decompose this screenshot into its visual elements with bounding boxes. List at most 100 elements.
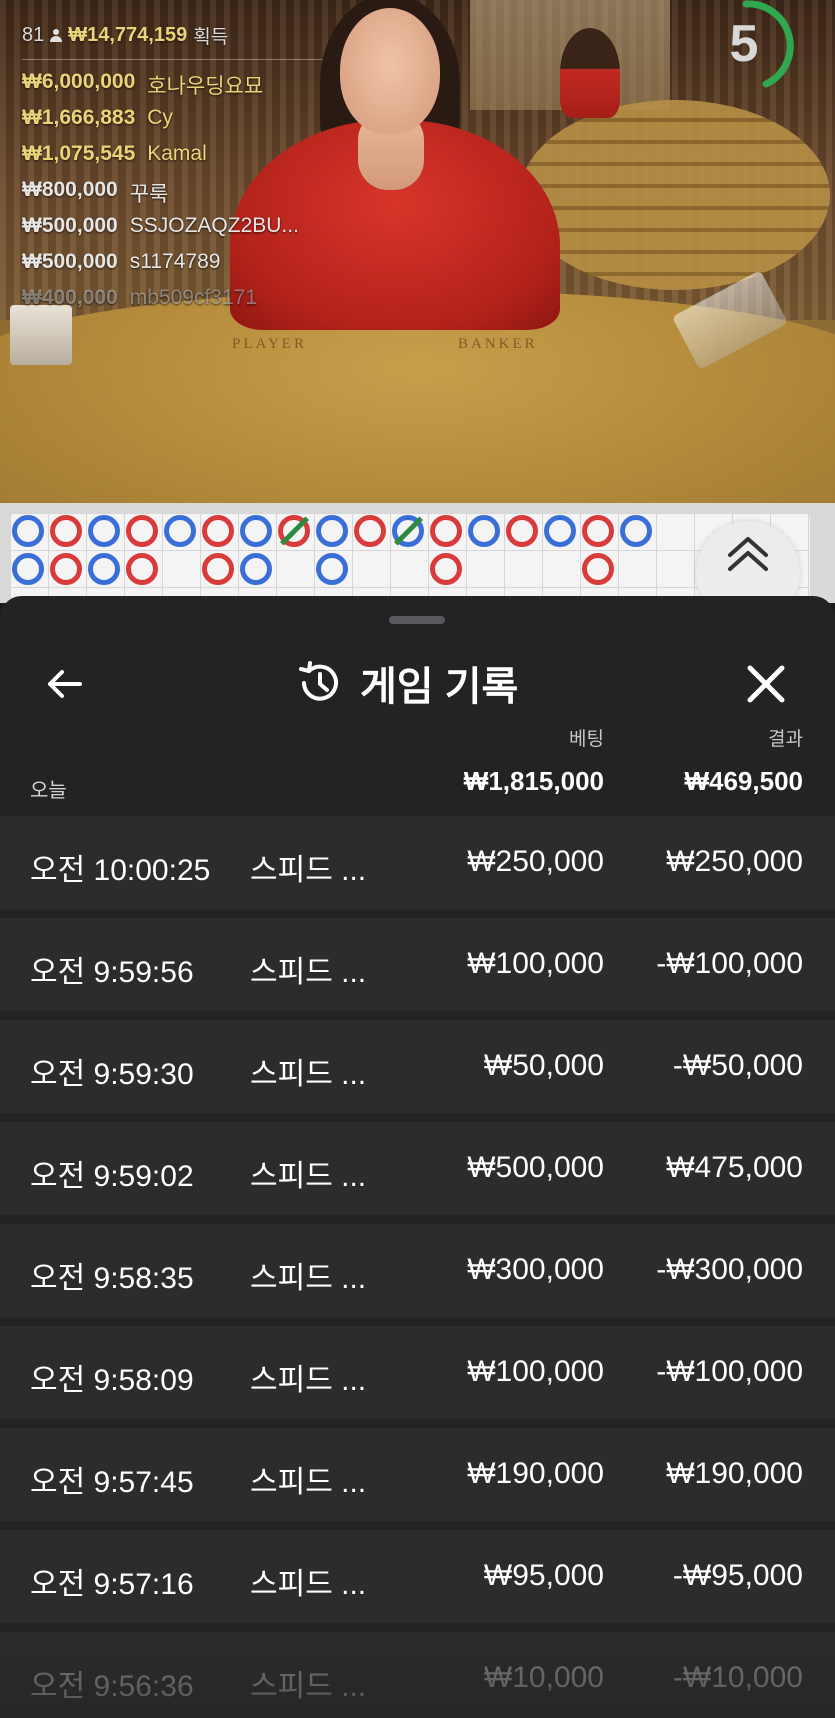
leader-name: 꾸룩 xyxy=(129,183,169,206)
today-result-total: ₩469,500 xyxy=(684,766,803,796)
player-bead xyxy=(164,515,196,547)
banker-bead xyxy=(126,515,158,547)
row-bet: ₩100,000 xyxy=(467,1355,604,1388)
history-row[interactable]: 오전 9:57:45 스피드 ... ₩190,000 ₩190,000 xyxy=(0,1428,835,1521)
leader-amount: ₩500,000 xyxy=(22,250,118,273)
close-icon xyxy=(747,665,785,703)
row-bet: ₩500,000 xyxy=(467,1151,604,1184)
sheet-header: 게임 기록 xyxy=(0,636,835,726)
leader-amount: ₩1,075,545 xyxy=(22,142,136,165)
banker-bead xyxy=(50,515,82,547)
card-deck xyxy=(10,305,72,365)
player-bead xyxy=(12,515,44,547)
history-row[interactable]: 오전 9:57:16 스피드 ... ₩95,000 -₩95,000 xyxy=(0,1530,835,1623)
banker-bead xyxy=(354,515,386,547)
row-game: 스피드 ... xyxy=(250,1364,367,1397)
leaderboard-header: 81 ₩14,774,159 획득 xyxy=(22,22,322,60)
won-label: 획득 xyxy=(193,27,229,48)
banker-bead xyxy=(582,553,614,585)
winners-leaderboard: 81 ₩14,774,159 획득 ₩6,000,000 호나우딩요묘 ₩1,6… xyxy=(22,22,322,312)
player-bead xyxy=(240,515,272,547)
result-column-label: 결과 xyxy=(768,729,803,750)
title-group: 게임 기록 xyxy=(296,654,518,712)
history-row[interactable]: 오전 9:56:36 스피드 ... ₩10,000 -₩10,000 xyxy=(0,1632,835,1718)
row-result: ₩190,000 xyxy=(666,1457,803,1490)
row-game: 스피드 ... xyxy=(250,1262,367,1295)
leader-name: mb509cf3171 xyxy=(129,286,257,309)
row-result: -₩100,000 xyxy=(656,1355,803,1388)
countdown-timer: 5 xyxy=(708,0,804,92)
player-bead xyxy=(316,553,348,585)
row-game: 스피드 ... xyxy=(250,956,367,989)
background-table xyxy=(520,100,830,290)
banker-bead xyxy=(506,515,538,547)
leader-row: ₩800,000 꾸룩 xyxy=(22,178,322,206)
person-icon xyxy=(50,28,63,43)
row-bet: ₩50,000 xyxy=(483,1049,604,1082)
row-bet: ₩100,000 xyxy=(467,947,604,980)
row-time: 오전 9:59:56 xyxy=(30,956,194,989)
row-result: -₩100,000 xyxy=(656,947,803,980)
player-bead xyxy=(468,515,500,547)
leader-name: Cy xyxy=(147,106,173,129)
leader-amount: ₩400,000 xyxy=(22,286,118,309)
row-game: 스피드 ... xyxy=(250,1670,367,1703)
game-history-sheet: 게임 기록 베팅 결과 오늘 ₩1,815,000 ₩469,500 오전 10… xyxy=(0,596,835,1718)
countdown-number: 5 xyxy=(729,15,759,73)
player-bead xyxy=(544,515,576,547)
player-bead xyxy=(240,553,272,585)
today-label: 오늘 xyxy=(30,780,67,802)
row-time: 오전 9:56:36 xyxy=(30,1670,194,1703)
leader-name: 호나우딩요묘 xyxy=(147,75,264,98)
history-row[interactable]: 오전 9:59:02 스피드 ... ₩500,000 ₩475,000 xyxy=(0,1122,835,1215)
live-video: PLAYER BANKER 81 ₩14,774,159 획득 ₩6,000,0… xyxy=(0,0,835,503)
history-row[interactable]: 오전 9:58:09 스피드 ... ₩100,000 -₩100,000 xyxy=(0,1326,835,1419)
summary-header: 베팅 결과 오늘 ₩1,815,000 ₩469,500 xyxy=(0,724,835,802)
leader-row: ₩500,000 SSJOZAQZ2BU... xyxy=(22,214,322,240)
banker-bead xyxy=(582,515,614,547)
close-button[interactable] xyxy=(740,658,792,710)
row-time: 오전 9:58:35 xyxy=(30,1262,194,1295)
leader-row: ₩1,075,545 Kamal xyxy=(22,142,322,168)
leader-amount: ₩500,000 xyxy=(22,214,118,237)
banker-bead xyxy=(50,553,82,585)
history-row[interactable]: 오전 9:59:56 스피드 ... ₩100,000 -₩100,000 xyxy=(0,918,835,1011)
row-game: 스피드 ... xyxy=(250,1466,367,1499)
player-bead xyxy=(316,515,348,547)
row-result: ₩475,000 xyxy=(666,1151,803,1184)
leader-name: s1174789 xyxy=(129,250,221,273)
row-time: 오전 9:57:16 xyxy=(30,1568,194,1601)
row-time: 오전 10:00:25 xyxy=(30,854,211,887)
row-game: 스피드 ... xyxy=(250,854,367,887)
banker-bead xyxy=(430,515,462,547)
drag-handle[interactable] xyxy=(389,616,445,624)
dealer-face xyxy=(340,8,440,134)
banker-bead xyxy=(126,553,158,585)
banker-bead xyxy=(202,553,234,585)
leader-name: SSJOZAQZ2BU... xyxy=(129,214,299,237)
row-bet: ₩95,000 xyxy=(483,1559,604,1592)
player-bead xyxy=(12,553,44,585)
banker-bead xyxy=(202,515,234,547)
history-clock-icon xyxy=(299,661,338,701)
today-bet-total: ₩1,815,000 xyxy=(463,766,604,796)
leader-amount: ₩800,000 xyxy=(22,178,118,201)
banker-bead xyxy=(430,553,462,585)
row-result: ₩250,000 xyxy=(666,845,803,878)
back-button[interactable] xyxy=(40,662,90,706)
player-bead xyxy=(88,553,120,585)
leader-row: ₩500,000 s1174789 xyxy=(22,250,322,276)
history-row[interactable]: 오전 9:58:35 스피드 ... ₩300,000 -₩300,000 xyxy=(0,1224,835,1317)
row-game: 스피드 ... xyxy=(250,1058,367,1091)
row-result: -₩300,000 xyxy=(656,1253,803,1286)
row-result: -₩10,000 xyxy=(672,1661,803,1694)
history-row[interactable]: 오전 9:59:30 스피드 ... ₩50,000 -₩50,000 xyxy=(0,1020,835,1113)
player-bead xyxy=(620,515,652,547)
row-bet: ₩300,000 xyxy=(467,1253,604,1286)
total-won: ₩14,774,159 xyxy=(68,24,188,46)
row-result: -₩95,000 xyxy=(672,1559,803,1592)
history-list: 오전 10:00:25 스피드 ... ₩250,000 ₩250,000 오전… xyxy=(0,816,835,1718)
history-row[interactable]: 오전 10:00:25 스피드 ... ₩250,000 ₩250,000 xyxy=(0,816,835,909)
row-bet: ₩250,000 xyxy=(467,845,604,878)
row-bet: ₩190,000 xyxy=(467,1457,604,1490)
